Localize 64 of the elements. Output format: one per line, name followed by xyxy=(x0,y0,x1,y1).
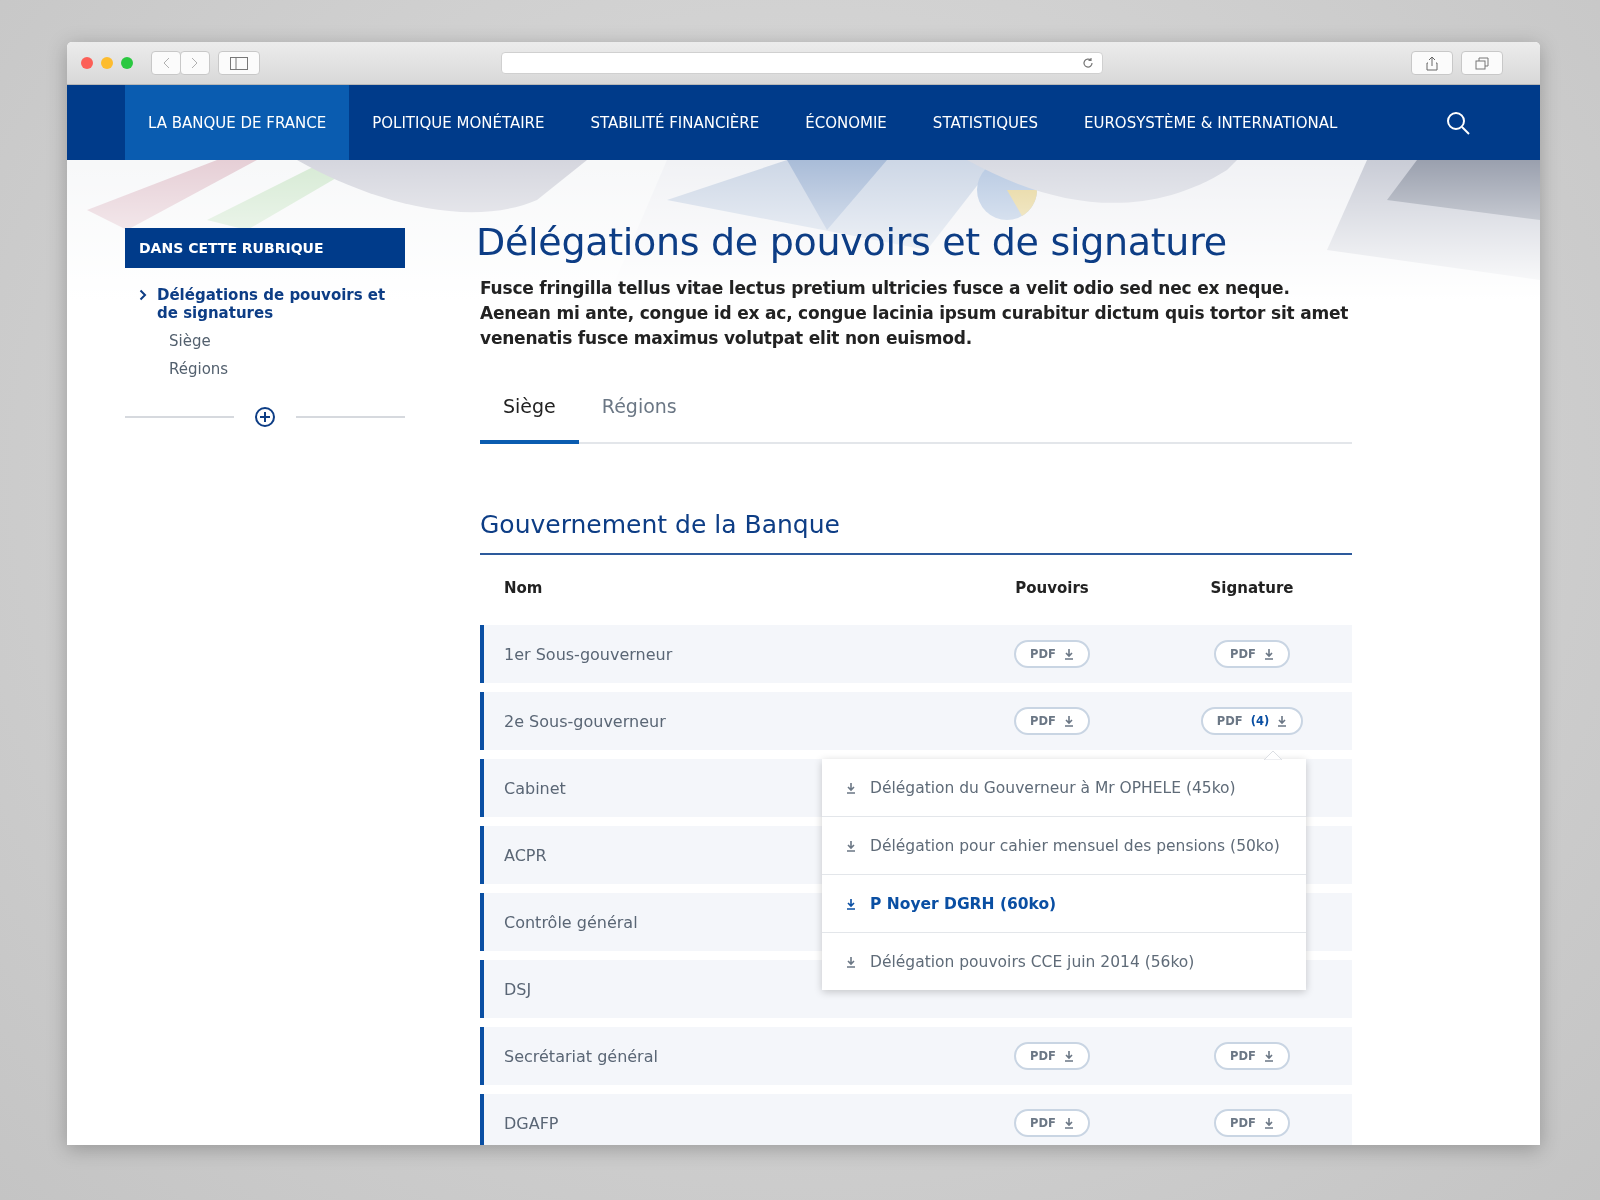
nav-item[interactable]: LA BANQUE DE FRANCE xyxy=(125,85,350,160)
pdf-download-button[interactable]: PDF xyxy=(1214,1109,1290,1137)
sidebar-icon xyxy=(230,56,248,70)
sidebar-subitem[interactable]: Régions xyxy=(125,360,405,378)
download-icon xyxy=(1263,648,1274,660)
sidebar-button[interactable] xyxy=(218,51,260,75)
pdf-download-button[interactable]: PDF xyxy=(1014,1042,1090,1070)
close-button[interactable] xyxy=(81,57,93,69)
minimize-button[interactable] xyxy=(101,57,113,69)
zoom-button[interactable] xyxy=(121,57,133,69)
download-icon xyxy=(846,839,856,852)
table-cell: DSJ xyxy=(504,979,532,999)
sidebar-subitem[interactable]: Siège xyxy=(125,332,405,350)
share-icon xyxy=(1426,55,1438,71)
pdf-download-button[interactable]: PDF xyxy=(1014,1109,1090,1137)
reload-icon[interactable] xyxy=(1082,57,1094,69)
nav-item[interactable]: STATISTIQUES xyxy=(909,85,1061,160)
page-title: Délégations de pouvoirs et de signature xyxy=(476,220,1228,264)
nav-item[interactable]: POLITIQUE MONÉTAIRE xyxy=(349,85,568,160)
tabs-icon xyxy=(1475,56,1489,70)
table-cell: 1er Sous-gouverneur xyxy=(504,644,673,664)
tab[interactable]: Régions xyxy=(578,381,700,444)
expand-icon[interactable] xyxy=(254,406,276,428)
download-icon xyxy=(1063,715,1074,727)
nav-item[interactable]: ÉCONOMIE xyxy=(782,85,910,160)
table-cell: Cabinet xyxy=(504,778,566,798)
chevron-icon xyxy=(139,289,147,301)
section-heading: Gouvernement de la Banque xyxy=(480,510,1352,555)
tab[interactable]: Siège xyxy=(480,381,579,444)
pdf-download-button[interactable]: PDF xyxy=(1014,640,1090,668)
pdf-download-button[interactable]: PDF xyxy=(1214,640,1290,668)
chevron-right-icon xyxy=(191,57,199,69)
tabs-button[interactable] xyxy=(1461,51,1503,75)
search-icon[interactable] xyxy=(1446,110,1470,135)
download-link[interactable]: Délégation du Gouverneur à Mr OPHELE (45ko) xyxy=(822,759,1306,816)
back-button[interactable] xyxy=(151,51,181,75)
nav-item[interactable]: EUROSYSTÈME & INTERNATIONAL xyxy=(1060,85,1361,160)
download-icon xyxy=(1263,1117,1274,1129)
download-icon xyxy=(846,781,856,794)
sidebar-item[interactable]: Délégations de pouvoirs et de signatures xyxy=(125,286,405,322)
download-icon xyxy=(1263,1050,1274,1062)
download-icon xyxy=(1063,1117,1074,1129)
table-cell: 2e Sous-gouverneur xyxy=(504,711,666,731)
download-icon xyxy=(1063,1050,1074,1062)
forward-button[interactable] xyxy=(180,51,210,75)
table-cell: Contrôle général xyxy=(504,912,638,932)
table-cell: DGAFP xyxy=(504,1113,559,1133)
table-cell: Secrétariat général xyxy=(504,1046,658,1066)
column-header: Signature xyxy=(1209,578,1295,599)
pdf-download-button[interactable]: PDF (4) xyxy=(1200,707,1304,735)
sidebar-heading: DANS CETTE RUBRIQUE xyxy=(125,228,405,268)
nav-item[interactable]: STABILITÉ FINANCIÈRE xyxy=(567,85,783,160)
column-header: Pouvoirs xyxy=(1014,578,1090,599)
download-icon xyxy=(846,955,856,968)
pdf-download-button[interactable]: PDF xyxy=(1014,707,1090,735)
chevron-left-icon xyxy=(162,57,170,69)
download-icon xyxy=(846,897,856,910)
table-cell: ACPR xyxy=(504,845,547,865)
download-icon xyxy=(1277,715,1288,727)
share-button[interactable] xyxy=(1411,51,1453,75)
download-icon xyxy=(1063,648,1074,660)
column-header: Nom xyxy=(503,578,544,599)
pdf-download-button[interactable]: PDF xyxy=(1214,1042,1290,1070)
intro-paragraph: Fusce fringilla tellus vitae lectus pretium ultricies fusce a velit odio sed nec ex neque. Aenean mi ante, congue id ex ac, congue lacinia ipsum curabitur dictum quis tortor sit amet venenatis fusce maximus volutpat elit non euismod. xyxy=(480,277,1350,350)
